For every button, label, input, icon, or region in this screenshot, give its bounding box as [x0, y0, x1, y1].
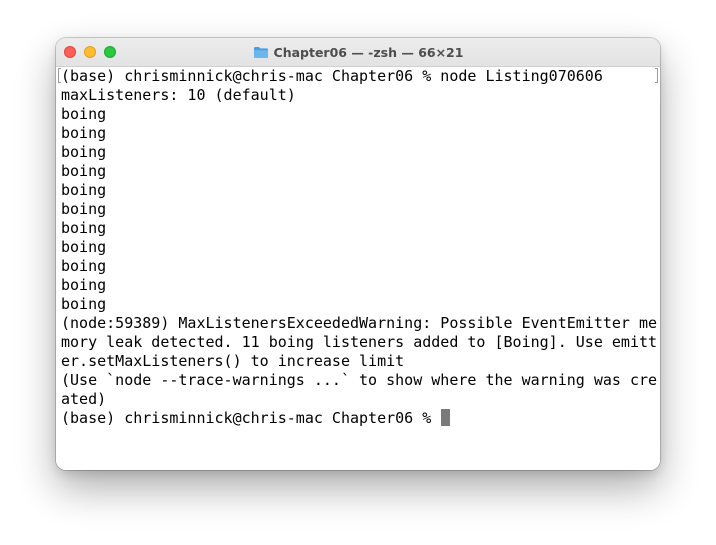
terminal-content[interactable]: (base) chrisminnick@chris-mac Chapter06 … [56, 67, 660, 470]
output-line: boing [61, 257, 107, 275]
output-line: boing [61, 143, 107, 161]
output-line: ated) [61, 390, 107, 408]
output-line: boing [61, 219, 107, 237]
text-cursor [441, 409, 451, 426]
output-line: maxListeners: 10 (default) [61, 86, 296, 104]
prompt-text: (base) chrisminnick@chris-mac Chapter06 … [61, 409, 441, 427]
terminal-output: (base) chrisminnick@chris-mac Chapter06 … [61, 67, 657, 428]
output-line: boing [61, 162, 107, 180]
window-title-group: Chapter06 — -zsh — 66×21 [56, 38, 660, 66]
output-line: mory leak detected. 11 boing listeners a… [61, 333, 658, 351]
output-line: (Use `node --trace-warnings ...` to show… [61, 371, 658, 389]
title-bar[interactable]: Chapter06 — -zsh — 66×21 [56, 38, 660, 67]
output-line: (node:59389) MaxListenersExceededWarning… [61, 314, 658, 332]
output-line: boing [61, 276, 107, 294]
window-title: Chapter06 — -zsh — 66×21 [273, 44, 464, 60]
output-line: (base) chrisminnick@chris-mac Chapter06 … [61, 67, 603, 85]
output-line: er.setMaxListeners() to increase limit [61, 352, 405, 370]
output-line: boing [61, 295, 107, 313]
output-line: boing [61, 124, 107, 142]
output-line: boing [61, 105, 107, 123]
terminal-window: Chapter06 — -zsh — 66×21 (base) chrismin… [56, 38, 660, 470]
prompt-line[interactable]: (base) chrisminnick@chris-mac Chapter06 … [61, 409, 657, 428]
output-line: boing [61, 200, 107, 218]
output-line: boing [61, 238, 107, 256]
folder-icon [253, 46, 268, 58]
output-line: boing [61, 181, 107, 199]
